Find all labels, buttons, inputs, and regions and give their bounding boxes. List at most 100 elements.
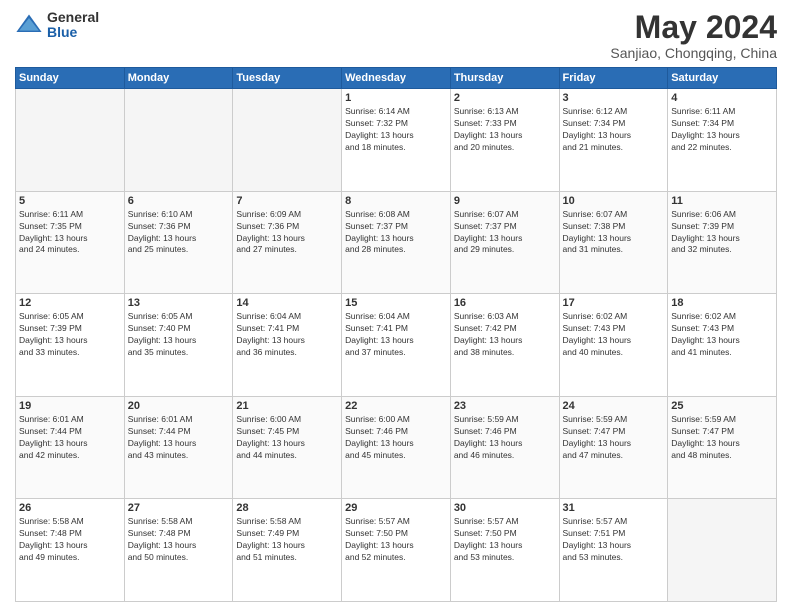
day-number: 5 xyxy=(19,195,121,207)
day-number: 24 xyxy=(563,400,665,412)
day-info: Sunrise: 6:10 AM Sunset: 7:36 PM Dayligh… xyxy=(128,209,230,257)
day-info: Sunrise: 6:13 AM Sunset: 7:33 PM Dayligh… xyxy=(454,106,556,154)
day-number: 3 xyxy=(563,92,665,104)
header-saturday: Saturday xyxy=(668,68,777,89)
day-number: 23 xyxy=(454,400,556,412)
day-number: 9 xyxy=(454,195,556,207)
day-number: 22 xyxy=(345,400,447,412)
day-number: 25 xyxy=(671,400,773,412)
table-row: 3 Sunrise: 6:12 AM Sunset: 7:34 PM Daylig… xyxy=(559,89,668,192)
day-number: 31 xyxy=(563,502,665,514)
calendar-week-4: 26Sunrise: 5:58 AM Sunset: 7:48 PM Dayli… xyxy=(16,499,777,602)
day-info: Sunrise: 6:04 AM Sunset: 7:41 PM Dayligh… xyxy=(236,311,338,359)
table-row: 1Sunrise: 6:14 AM Sunset: 7:32 PM Daylig… xyxy=(342,89,451,192)
calendar-week-1: 5Sunrise: 6:11 AM Sunset: 7:35 PM Daylig… xyxy=(16,191,777,294)
day-number: 21 xyxy=(236,400,338,412)
table-row: 11 Sunrise: 6:06 AM Sunset: 7:39 PM Dayli… xyxy=(668,191,777,294)
day-info: Sunrise: 5:59 AM Sunset: 7:47 PM Dayligh… xyxy=(563,414,665,462)
table-row: 12 Sunrise: 6:05 AM Sunset: 7:39 PM Dayli… xyxy=(16,294,125,397)
day-number: 15 xyxy=(345,297,447,309)
logo-text: General Blue xyxy=(47,10,99,41)
day-info: Sunrise: 6:07 AM Sunset: 7:37 PM Dayligh… xyxy=(454,209,556,257)
day-number: 12 xyxy=(19,297,121,309)
page: General Blue May 2024 Sanjiao, Chongqing… xyxy=(0,0,792,612)
logo-icon xyxy=(15,11,43,39)
table-row xyxy=(668,499,777,602)
table-row: 20Sunrise: 6:01 AM Sunset: 7:44 PM Dayli… xyxy=(124,396,233,499)
title-block: May 2024 Sanjiao, Chongqing, China xyxy=(610,10,777,61)
day-number: 14 xyxy=(236,297,338,309)
day-info: Sunrise: 6:08 AM Sunset: 7:37 PM Dayligh… xyxy=(345,209,447,257)
day-info: Sunrise: 6:00 AM Sunset: 7:46 PM Dayligh… xyxy=(345,414,447,462)
table-row: 31 Sunrise: 5:57 AM Sunset: 7:51 PM Dayli… xyxy=(559,499,668,602)
table-row: 5Sunrise: 6:11 AM Sunset: 7:35 PM Daylig… xyxy=(16,191,125,294)
day-info: Sunrise: 6:09 AM Sunset: 7:36 PM Dayligh… xyxy=(236,209,338,257)
day-info: Sunrise: 6:11 AM Sunset: 7:34 PM Dayligh… xyxy=(671,106,773,154)
day-number: 20 xyxy=(128,400,230,412)
calendar-week-2: 12 Sunrise: 6:05 AM Sunset: 7:39 PM Dayli… xyxy=(16,294,777,397)
day-number: 6 xyxy=(128,195,230,207)
day-info: Sunrise: 6:01 AM Sunset: 7:44 PM Dayligh… xyxy=(19,414,121,462)
day-number: 30 xyxy=(454,502,556,514)
day-info: Sunrise: 6:00 AM Sunset: 7:45 PM Dayligh… xyxy=(236,414,338,462)
table-row: 10Sunrise: 6:07 AM Sunset: 7:38 PM Dayli… xyxy=(559,191,668,294)
header-friday: Friday xyxy=(559,68,668,89)
table-row: 6 Sunrise: 6:10 AM Sunset: 7:36 PM Daylig… xyxy=(124,191,233,294)
day-number: 2 xyxy=(454,92,556,104)
day-info: Sunrise: 6:05 AM Sunset: 7:39 PM Dayligh… xyxy=(19,311,121,359)
day-info: Sunrise: 6:03 AM Sunset: 7:42 PM Dayligh… xyxy=(454,311,556,359)
day-number: 11 xyxy=(671,195,773,207)
day-info: Sunrise: 6:06 AM Sunset: 7:39 PM Dayligh… xyxy=(671,209,773,257)
table-row: 16 Sunrise: 6:03 AM Sunset: 7:42 PM Dayli… xyxy=(450,294,559,397)
day-info: Sunrise: 5:59 AM Sunset: 7:46 PM Dayligh… xyxy=(454,414,556,462)
title-location: Sanjiao, Chongqing, China xyxy=(610,45,777,61)
day-info: Sunrise: 5:59 AM Sunset: 7:47 PM Dayligh… xyxy=(671,414,773,462)
table-row: 22 Sunrise: 6:00 AM Sunset: 7:46 PM Dayli… xyxy=(342,396,451,499)
table-row xyxy=(124,89,233,192)
day-info: Sunrise: 6:05 AM Sunset: 7:40 PM Dayligh… xyxy=(128,311,230,359)
calendar-header-row: Sunday Monday Tuesday Wednesday Thursday… xyxy=(16,68,777,89)
day-info: Sunrise: 6:04 AM Sunset: 7:41 PM Dayligh… xyxy=(345,311,447,359)
table-row: 18 Sunrise: 6:02 AM Sunset: 7:43 PM Dayli… xyxy=(668,294,777,397)
table-row: 25 Sunrise: 5:59 AM Sunset: 7:47 PM Dayli… xyxy=(668,396,777,499)
title-month: May 2024 xyxy=(610,10,777,45)
day-number: 13 xyxy=(128,297,230,309)
day-info: Sunrise: 5:57 AM Sunset: 7:50 PM Dayligh… xyxy=(345,516,447,564)
day-info: Sunrise: 5:57 AM Sunset: 7:51 PM Dayligh… xyxy=(563,516,665,564)
day-info: Sunrise: 6:07 AM Sunset: 7:38 PM Dayligh… xyxy=(563,209,665,257)
table-row xyxy=(16,89,125,192)
table-row: 23 Sunrise: 5:59 AM Sunset: 7:46 PM Dayli… xyxy=(450,396,559,499)
logo-blue-text: Blue xyxy=(47,25,99,40)
header-monday: Monday xyxy=(124,68,233,89)
day-number: 7 xyxy=(236,195,338,207)
day-number: 27 xyxy=(128,502,230,514)
day-info: Sunrise: 5:58 AM Sunset: 7:48 PM Dayligh… xyxy=(128,516,230,564)
table-row: 24 Sunrise: 5:59 AM Sunset: 7:47 PM Dayli… xyxy=(559,396,668,499)
table-row: 21 Sunrise: 6:00 AM Sunset: 7:45 PM Dayli… xyxy=(233,396,342,499)
day-info: Sunrise: 6:02 AM Sunset: 7:43 PM Dayligh… xyxy=(671,311,773,359)
day-info: Sunrise: 5:58 AM Sunset: 7:48 PM Dayligh… xyxy=(19,516,121,564)
day-number: 19 xyxy=(19,400,121,412)
day-info: Sunrise: 5:58 AM Sunset: 7:49 PM Dayligh… xyxy=(236,516,338,564)
calendar-table: Sunday Monday Tuesday Wednesday Thursday… xyxy=(15,67,777,602)
day-info: Sunrise: 5:57 AM Sunset: 7:50 PM Dayligh… xyxy=(454,516,556,564)
table-row: 17Sunrise: 6:02 AM Sunset: 7:43 PM Dayli… xyxy=(559,294,668,397)
header: General Blue May 2024 Sanjiao, Chongqing… xyxy=(15,10,777,61)
table-row: 28 Sunrise: 5:58 AM Sunset: 7:49 PM Dayli… xyxy=(233,499,342,602)
table-row: 26Sunrise: 5:58 AM Sunset: 7:48 PM Dayli… xyxy=(16,499,125,602)
logo-general-text: General xyxy=(47,10,99,25)
day-number: 18 xyxy=(671,297,773,309)
header-wednesday: Wednesday xyxy=(342,68,451,89)
table-row: 15 Sunrise: 6:04 AM Sunset: 7:41 PM Dayli… xyxy=(342,294,451,397)
day-number: 16 xyxy=(454,297,556,309)
table-row: 2 Sunrise: 6:13 AM Sunset: 7:33 PM Daylig… xyxy=(450,89,559,192)
table-row xyxy=(233,89,342,192)
table-row: 29Sunrise: 5:57 AM Sunset: 7:50 PM Dayli… xyxy=(342,499,451,602)
day-info: Sunrise: 6:12 AM Sunset: 7:34 PM Dayligh… xyxy=(563,106,665,154)
header-thursday: Thursday xyxy=(450,68,559,89)
logo: General Blue xyxy=(15,10,99,41)
day-info: Sunrise: 6:14 AM Sunset: 7:32 PM Dayligh… xyxy=(345,106,447,154)
table-row: 7 Sunrise: 6:09 AM Sunset: 7:36 PM Daylig… xyxy=(233,191,342,294)
table-row: 4Sunrise: 6:11 AM Sunset: 7:34 PM Daylig… xyxy=(668,89,777,192)
day-number: 28 xyxy=(236,502,338,514)
